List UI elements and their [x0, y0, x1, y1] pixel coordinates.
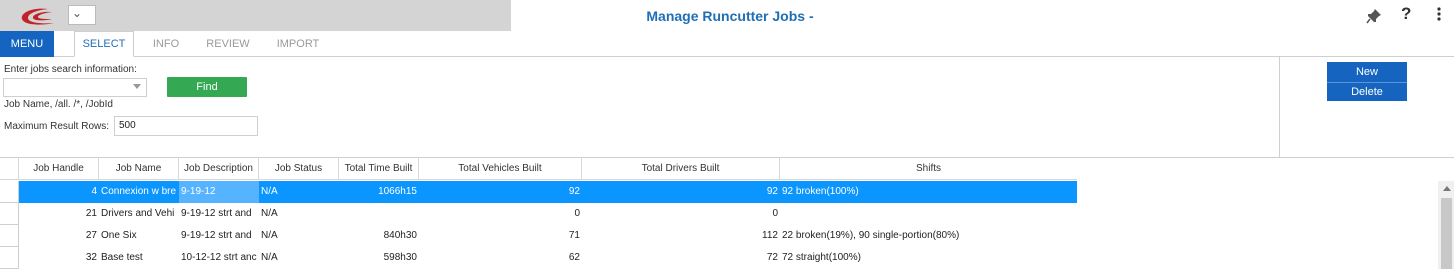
cell-total-drivers-built: 112	[762, 230, 778, 241]
tab-import[interactable]: IMPORT	[268, 31, 328, 57]
cell-total-time-built	[339, 203, 419, 225]
max-rows-input[interactable]: 500	[114, 116, 258, 136]
cell-shifts: 22 broken(19%), 90 single-portion(80%)	[782, 230, 960, 241]
row-selector[interactable]	[0, 225, 19, 247]
cell-job-status: N/A	[261, 230, 278, 241]
cell-job-description: 9-19-12 strt and	[181, 230, 252, 241]
cell-job-handle: 27	[85, 230, 97, 241]
cell-shifts	[780, 203, 1077, 225]
col-header-job-name[interactable]: Job Name	[99, 158, 179, 180]
cell-total-vehicles-built: 62	[568, 252, 580, 263]
delete-button[interactable]: Delete	[1327, 82, 1407, 101]
cell-job-name: One Six	[101, 230, 137, 241]
window-title: Manage Runcutter Jobs -	[646, 8, 814, 24]
chevron-down-icon	[133, 84, 141, 89]
cell-total-drivers-built: 0	[772, 208, 778, 219]
more-vertical-icon[interactable]	[1433, 6, 1445, 22]
col-header-total-drivers-built[interactable]: Total Drivers Built	[582, 158, 780, 180]
job-search-combobox[interactable]	[3, 78, 147, 97]
cell-job-handle: 32	[85, 252, 97, 263]
cell-total-vehicles-built: 0	[574, 208, 580, 219]
cell-total-vehicles-built: 92	[568, 186, 580, 197]
jobs-grid: Job Handle Job Name Job Description Job …	[0, 158, 1077, 269]
logo-icon	[21, 8, 55, 25]
chevron-down-icon: ⌄	[72, 6, 83, 20]
row-selector[interactable]	[0, 181, 19, 203]
table-row[interactable]: 27 One Six 9-19-12 strt and N/A 840h30 7…	[0, 225, 1077, 247]
panel-divider	[1279, 57, 1280, 157]
col-header-job-status[interactable]: Job Status	[259, 158, 339, 180]
cell-total-time-built: 598h30	[383, 252, 417, 263]
col-header-job-description[interactable]: Job Description	[179, 158, 259, 180]
max-rows-label: Maximum Result Rows:	[4, 121, 110, 132]
col-header-job-handle[interactable]: Job Handle	[19, 158, 99, 180]
cell-total-drivers-built: 72	[766, 252, 778, 263]
cell-total-drivers-built: 92	[766, 186, 778, 197]
tab-select[interactable]: SELECT	[74, 31, 134, 57]
help-icon[interactable]: ?	[1401, 4, 1411, 24]
row-select-header	[0, 158, 19, 180]
new-button[interactable]: New	[1327, 62, 1407, 82]
cell-shifts: 72 straight(100%)	[782, 252, 861, 263]
tab-info[interactable]: INFO	[142, 31, 190, 57]
cell-job-handle: 21	[85, 208, 97, 219]
tab-review[interactable]: REVIEW	[198, 31, 258, 57]
cell-job-status: N/A	[261, 186, 278, 197]
find-button[interactable]: Find	[167, 77, 247, 97]
cell-total-time-built: 1066h15	[378, 186, 417, 197]
cell-job-description[interactable]: 9-19-12	[179, 181, 259, 203]
cell-job-status: N/A	[261, 252, 278, 263]
row-selector[interactable]	[0, 203, 19, 225]
row-selector[interactable]	[0, 247, 19, 269]
menu-button[interactable]: MENU	[0, 31, 54, 57]
cell-shifts: 92 broken(100%)	[782, 186, 859, 197]
cell-job-description: 10-12-12 strt anc	[181, 252, 257, 263]
search-hint: Job Name, /all. /*, /JobId	[4, 99, 113, 110]
table-row[interactable]: 32 Base test 10-12-12 strt anc N/A 598h3…	[0, 247, 1077, 269]
app-dropdown[interactable]: ⌄	[68, 5, 96, 25]
col-header-total-time-built[interactable]: Total Time Built	[339, 158, 419, 180]
table-row[interactable]: 21 Drivers and Vehi 9-19-12 strt and N/A…	[0, 203, 1077, 225]
scrollbar-thumb[interactable]	[1441, 198, 1452, 269]
cell-job-status: N/A	[261, 208, 278, 219]
cell-total-time-built: 840h30	[383, 230, 417, 241]
scroll-up-icon[interactable]	[1443, 186, 1451, 191]
cell-job-name: Base test	[101, 252, 143, 263]
cell-job-name: Connexion w bre	[101, 186, 177, 197]
cell-total-vehicles-built: 71	[568, 230, 580, 241]
table-row[interactable]: 4 Connexion w bre 9-19-12 N/A 1066h15 92…	[0, 181, 1077, 203]
cell-job-description: 9-19-12 strt and	[181, 208, 252, 219]
col-header-total-vehicles-built[interactable]: Total Vehicles Built	[419, 158, 582, 180]
cell-job-name: Drivers and Vehi	[101, 208, 175, 219]
col-header-shifts[interactable]: Shifts	[780, 158, 1077, 180]
pin-icon[interactable]	[1366, 8, 1382, 24]
cell-job-handle: 4	[91, 186, 97, 197]
search-prompt-label: Enter jobs search information:	[4, 64, 137, 75]
